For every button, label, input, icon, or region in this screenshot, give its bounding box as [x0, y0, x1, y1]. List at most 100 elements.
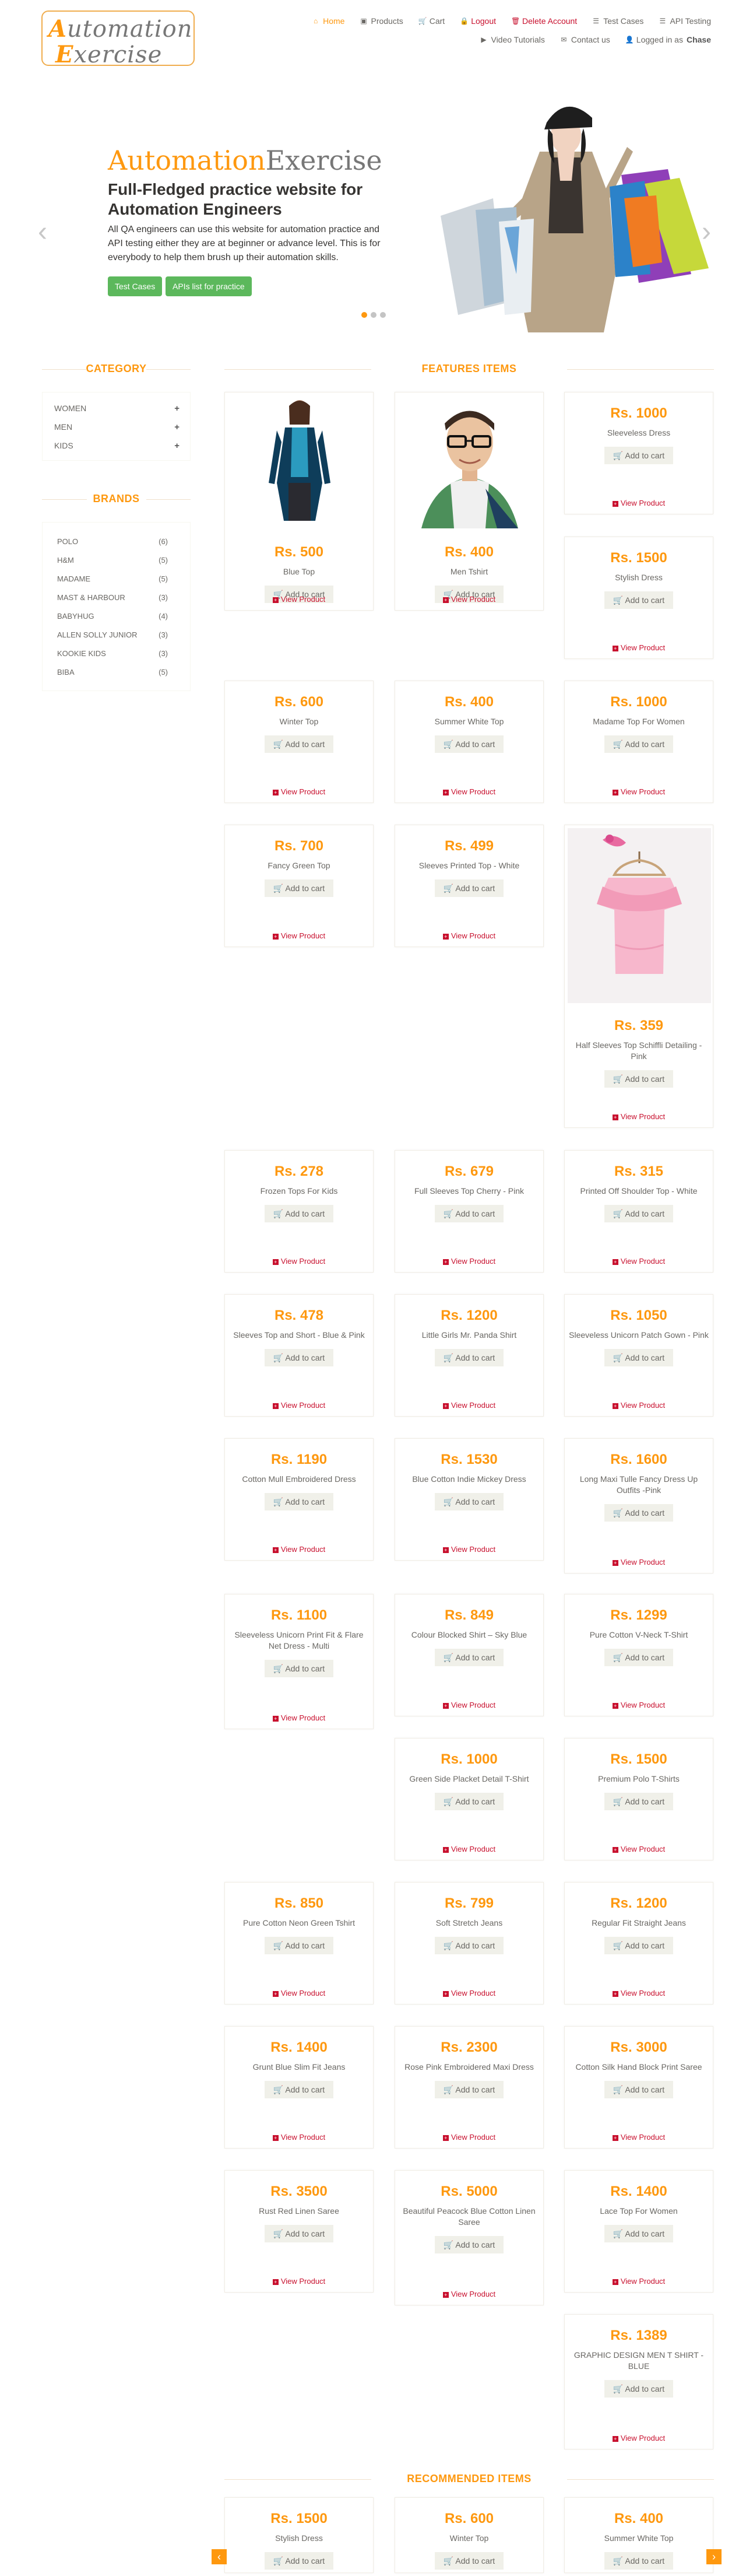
add-to-cart-button[interactable]: 🛒 Add to cart [265, 2081, 333, 2098]
add-to-cart-button[interactable]: 🛒 Add to cart [265, 2225, 333, 2242]
view-product-link[interactable]: + View Product [225, 1257, 373, 1266]
category-women[interactable]: Women + [43, 399, 190, 418]
add-to-cart-button[interactable]: 🛒 Add to cart [435, 2552, 504, 2570]
recommended-prev-icon[interactable]: ‹ [212, 2549, 227, 2564]
view-product-link[interactable]: + View Product [225, 595, 373, 604]
view-product-link[interactable]: + View Product [565, 1112, 713, 1121]
add-to-cart-button[interactable]: 🛒 Add to cart [265, 1205, 333, 1222]
view-product-link[interactable]: + View Product [395, 1257, 543, 1266]
nav-logout[interactable]: 🔒 Logout [460, 16, 496, 26]
category-men[interactable]: Men + [43, 418, 190, 436]
add-to-cart-button[interactable]: 🛒 Add to cart [435, 1349, 504, 1366]
add-to-cart-button[interactable]: 🛒 Add to cart [604, 591, 673, 609]
nav-api-testing[interactable]: ☰ API Testing [659, 16, 711, 26]
view-product-link[interactable]: + View Product [565, 1701, 713, 1709]
view-product-link[interactable]: + View Product [565, 1845, 713, 1853]
add-to-cart-button[interactable]: 🛒 Add to cart [265, 879, 333, 897]
brand-item[interactable]: H&M (5) [43, 551, 190, 569]
view-product-link[interactable]: + View Product [565, 787, 713, 796]
view-product-link[interactable]: + View Product [395, 1701, 543, 1709]
view-product-link[interactable]: + View Product [395, 787, 543, 796]
view-product-link[interactable]: + View Product [565, 2434, 713, 2442]
plus-icon[interactable]: + [174, 404, 180, 413]
plus-icon[interactable]: + [174, 441, 180, 451]
add-to-cart-button[interactable]: 🛒 Add to cart [435, 1493, 504, 1510]
nav-home[interactable]: ⌂ Home [312, 16, 344, 26]
view-product-link[interactable]: + View Product [565, 499, 713, 507]
add-to-cart-button[interactable]: 🛒 Add to cart [604, 2380, 673, 2398]
add-to-cart-button[interactable]: 🛒 Add to cart [435, 1205, 504, 1222]
plus-icon[interactable]: + [174, 422, 180, 432]
view-product-link[interactable]: + View Product [395, 931, 543, 940]
add-to-cart-button[interactable]: 🛒 Add to cart [604, 1504, 673, 1522]
slider-dot-3[interactable] [380, 312, 386, 318]
view-product-link[interactable]: + View Product [225, 1401, 373, 1410]
test-cases-button[interactable]: Test Cases [108, 276, 163, 296]
view-product-link[interactable]: + View Product [395, 1845, 543, 1853]
view-product-link[interactable]: + View Product [225, 2133, 373, 2142]
add-to-cart-button[interactable]: 🛒 Add to cart [604, 1793, 673, 1810]
add-to-cart-button[interactable]: 🛒 Add to cart [604, 1937, 673, 1954]
add-to-cart-button[interactable]: 🛒 Add to cart [435, 2236, 504, 2253]
brand-item[interactable]: Polo (6) [43, 532, 190, 551]
brand-item[interactable]: Biba (5) [43, 663, 190, 681]
view-product-link[interactable]: + View Product [225, 1989, 373, 1997]
add-to-cart-button[interactable]: 🛒 Add to cart [604, 2552, 673, 2570]
view-product-link[interactable]: + View Product [395, 1401, 543, 1410]
add-to-cart-button[interactable]: 🛒 Add to cart [604, 447, 673, 464]
slider-prev-icon[interactable]: ‹ [38, 216, 47, 248]
view-product-link[interactable]: + View Product [565, 643, 713, 652]
view-product-link[interactable]: + View Product [225, 1545, 373, 1554]
nav-contact-us[interactable]: ✉ Contact us [560, 35, 610, 44]
brand-item[interactable]: Mast & Harbour (3) [43, 588, 190, 607]
slider-dot-2[interactable] [371, 312, 376, 318]
view-product-link[interactable]: + View Product [565, 1558, 713, 1566]
brand-item[interactable]: Madame (5) [43, 569, 190, 588]
add-to-cart-button[interactable]: 🛒 Add to cart [435, 879, 504, 897]
brand-item[interactable]: Kookie Kids (3) [43, 644, 190, 663]
view-product-link[interactable]: + View Product [225, 787, 373, 796]
view-product-link[interactable]: + View Product [225, 2277, 373, 2286]
view-product-link[interactable]: + View Product [395, 1545, 543, 1554]
view-product-link[interactable]: + View Product [225, 931, 373, 940]
view-product-link[interactable]: + View Product [565, 2277, 713, 2286]
brand-item[interactable]: Babyhug (4) [43, 607, 190, 625]
add-to-cart-button[interactable]: 🛒 Add to cart [435, 2081, 504, 2098]
view-product-link[interactable]: + View Product [225, 1713, 373, 1722]
add-to-cart-button[interactable]: 🛒 Add to cart [604, 2225, 673, 2242]
add-to-cart-button[interactable]: 🛒 Add to cart [435, 1793, 504, 1810]
view-product-link[interactable]: + View Product [565, 1401, 713, 1410]
add-to-cart-button[interactable]: 🛒 Add to cart [604, 1349, 673, 1366]
add-to-cart-button[interactable]: 🛒 Add to cart [265, 1660, 333, 1677]
add-to-cart-button[interactable]: 🛒 Add to cart [604, 1205, 673, 1222]
add-to-cart-button[interactable]: 🛒 Add to cart [265, 1493, 333, 1510]
add-to-cart-button[interactable]: 🛒 Add to cart [604, 1070, 673, 1088]
add-to-cart-button[interactable]: 🛒 Add to cart [604, 2081, 673, 2098]
view-product-link[interactable]: + View Product [395, 2133, 543, 2142]
add-to-cart-button[interactable]: 🛒 Add to cart [435, 1649, 504, 1666]
view-product-link[interactable]: + View Product [565, 1257, 713, 1266]
add-to-cart-button[interactable]: 🛒 Add to cart [265, 1937, 333, 1954]
category-kids[interactable]: Kids + [43, 436, 190, 455]
slider-next-icon[interactable]: › [702, 216, 711, 248]
recommended-next-icon[interactable]: › [706, 2549, 722, 2564]
nav-cart[interactable]: 🛒 Cart [418, 16, 445, 26]
nav-delete-account[interactable]: 🗑 Delete Account [511, 16, 577, 26]
nav-products[interactable]: ▣ Products [360, 16, 403, 26]
add-to-cart-button[interactable]: 🛒 Add to cart [435, 1937, 504, 1954]
add-to-cart-button[interactable]: 🛒 Add to cart [265, 2552, 333, 2570]
nav-video-tutorials[interactable]: ▶ Video Tutorials [480, 35, 544, 44]
view-product-link[interactable]: + View Product [565, 1989, 713, 1997]
view-product-link[interactable]: + View Product [565, 2133, 713, 2142]
view-product-link[interactable]: + View Product [395, 595, 543, 604]
view-product-link[interactable]: + View Product [395, 2290, 543, 2298]
add-to-cart-button[interactable]: 🛒 Add to cart [604, 735, 673, 753]
apis-list-button[interactable]: APIs list for practice [166, 276, 252, 296]
add-to-cart-button[interactable]: 🛒 Add to cart [265, 1349, 333, 1366]
add-to-cart-button[interactable]: 🛒 Add to cart [435, 735, 504, 753]
brand-item[interactable]: Allen Solly Junior (3) [43, 625, 190, 644]
nav-test-cases[interactable]: ☰ Test Cases [592, 16, 643, 26]
add-to-cart-button[interactable]: 🛒 Add to cart [604, 1649, 673, 1666]
view-product-link[interactable]: + View Product [395, 1989, 543, 1997]
site-logo[interactable]: Automation Exercise [41, 10, 195, 68]
